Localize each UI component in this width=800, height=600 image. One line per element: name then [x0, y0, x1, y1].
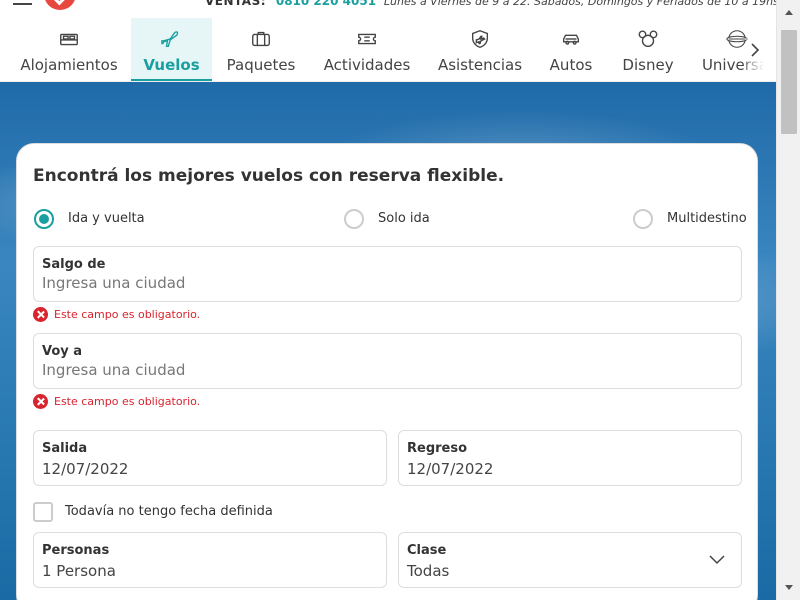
origin-field[interactable]: Salgo de — [33, 246, 742, 302]
return-label: Regreso — [407, 441, 468, 456]
tab-label: Paquetes — [226, 56, 296, 74]
flight-search-form: Encontrá los mejores vuelos con reserva … — [16, 143, 758, 600]
departure-label: Salida — [42, 441, 88, 456]
tabs-next-button[interactable] — [746, 18, 776, 81]
tab-paquetes[interactable]: Paquetes — [218, 18, 304, 81]
tab-disney[interactable]: Disney — [617, 18, 679, 81]
tab-alojamientos[interactable]: Alojamientos — [10, 18, 128, 81]
scroll-down-arrow-icon[interactable] — [785, 585, 793, 590]
departure-date-field[interactable]: Salida 12/07/2022 — [33, 430, 387, 486]
chevron-right-icon — [751, 43, 760, 57]
shield-plane-icon — [432, 28, 528, 50]
sales-phone[interactable]: 0810 220 4051 — [276, 0, 376, 8]
tab-label: Actividades — [323, 56, 411, 74]
form-title: Encontrá los mejores vuelos con reserva … — [33, 166, 505, 186]
radio-circle — [633, 209, 653, 229]
top-header: VENTAS: 0810 220 4051 Lunes a Viernes de… — [0, 0, 776, 14]
checkbox-label: Todavía no tengo fecha definida — [65, 504, 273, 519]
cabin-class-select[interactable]: Clase Todas — [398, 532, 742, 588]
plane-icon — [131, 28, 212, 50]
tab-label: Autos — [549, 56, 593, 74]
chevron-down-icon — [709, 555, 725, 565]
destination-input[interactable] — [42, 361, 714, 379]
passengers-value: 1 Persona — [42, 562, 116, 580]
return-value: 12/07/2022 — [407, 460, 494, 478]
sales-hours: Lunes a Viernes de 9 a 22. Sábados, Domi… — [383, 0, 776, 8]
ticket-icon — [318, 28, 416, 50]
passengers-label: Personas — [42, 543, 110, 558]
destination-label: Voy a — [42, 344, 83, 359]
bed-icon — [10, 28, 128, 50]
car-icon — [543, 28, 599, 50]
origin-input[interactable] — [42, 274, 714, 292]
return-date-field[interactable]: Regreso 12/07/2022 — [398, 430, 742, 486]
tab-label: Disney — [622, 56, 674, 74]
hamburger-menu-icon[interactable] — [13, 0, 32, 6]
radio-circle — [344, 209, 364, 229]
departure-value: 12/07/2022 — [42, 460, 129, 478]
radio-circle — [34, 209, 54, 229]
page-scrollbar[interactable] — [776, 0, 800, 600]
product-tabs: Alojamientos Vuelos Paquetes Actividades… — [0, 18, 776, 82]
brand-logo[interactable] — [44, 0, 76, 10]
cabin-class-label: Clase — [407, 543, 447, 558]
error-icon — [33, 394, 48, 409]
radio-label: Multidestino — [667, 211, 747, 226]
tab-label: Vuelos — [143, 56, 200, 74]
tab-autos[interactable]: Autos — [543, 18, 599, 81]
tab-actividades[interactable]: Actividades — [318, 18, 416, 81]
cabin-class-value: Todas — [407, 562, 450, 580]
sales-info: VENTAS: 0810 220 4051 Lunes a Viernes de… — [205, 0, 776, 8]
tab-label: Alojamientos — [20, 56, 118, 74]
error-text: Este campo es obligatorio. — [54, 308, 201, 321]
tab-label: Asistencias — [437, 56, 523, 74]
suitcase-icon — [218, 28, 304, 50]
tab-asistencias[interactable]: Asistencias — [432, 18, 528, 81]
checkbox-box — [33, 502, 53, 522]
error-text: Este campo es obligatorio. — [54, 395, 201, 408]
passengers-field[interactable]: Personas 1 Persona — [33, 532, 387, 588]
destination-field[interactable]: Voy a — [33, 333, 742, 389]
tab-vuelos[interactable]: Vuelos — [131, 18, 212, 81]
radio-label: Solo ida — [378, 211, 430, 226]
error-icon — [33, 307, 48, 322]
origin-label: Salgo de — [42, 257, 106, 272]
scrollbar-thumb[interactable] — [781, 30, 797, 134]
scroll-up-arrow-icon[interactable] — [785, 10, 793, 15]
mickey-icon — [617, 28, 679, 50]
radio-label: Ida y vuelta — [68, 211, 145, 226]
sales-label: VENTAS: — [205, 0, 267, 8]
